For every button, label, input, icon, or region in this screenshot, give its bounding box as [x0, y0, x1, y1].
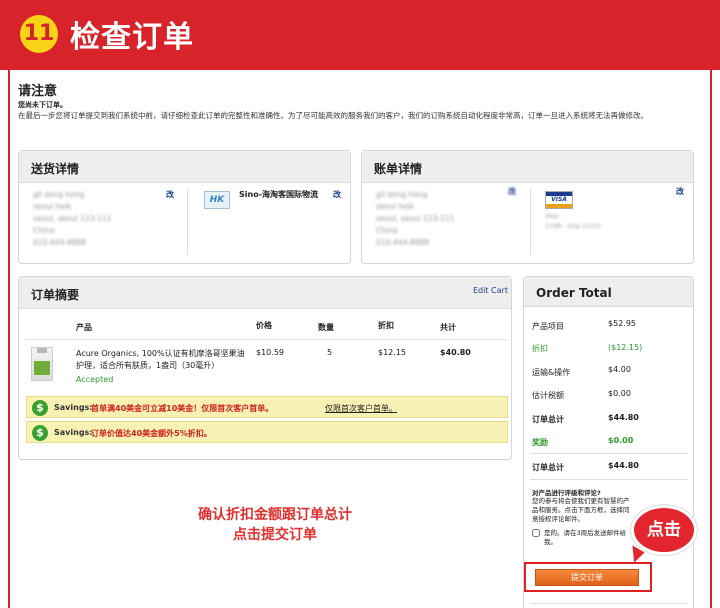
- shipping-panel: 送货详情 gil dong hong seoul heik seoul, seo…: [18, 150, 351, 264]
- col-qty: 数量: [318, 323, 334, 332]
- billing-title: 账单详情: [362, 151, 693, 183]
- carrier-logo: HK: [204, 191, 230, 209]
- submit-highlight: 提交订单: [524, 562, 652, 592]
- visa-card-icon: VISA: [545, 191, 573, 209]
- row-tax-value: $0.00: [608, 389, 631, 398]
- product-status: Accepted: [76, 375, 114, 384]
- review-divider: [530, 479, 688, 480]
- review-checkbox-label: 是的。请在3周后发送邮件给我。: [544, 529, 627, 546]
- review-checkbox[interactable]: [532, 529, 540, 537]
- carrier-edit-link[interactable]: 改: [333, 189, 341, 200]
- table-divider: [25, 339, 507, 340]
- instruction-callout: 确认折扣金额跟订单总计 点击提交订单: [198, 507, 352, 543]
- savings-label: Savings:: [54, 403, 93, 412]
- billing-edit-link[interactable]: 改: [508, 186, 516, 197]
- row-shipping-label: 运输&操作: [532, 368, 571, 377]
- step-banner: 11 检查订单: [0, 0, 720, 70]
- row-reward-label: 奖励: [532, 438, 548, 447]
- shipping-edit-link[interactable]: 改: [166, 189, 174, 200]
- row-grand-total-label: 订单总计: [532, 463, 564, 472]
- product-name[interactable]: Acure Organics, 100%认证有机摩洛哥坚果油护理，适合所有肤质，…: [76, 348, 248, 372]
- click-bubble: 点击: [631, 505, 697, 555]
- row-reward-value: $0.00: [608, 436, 634, 445]
- row-discount-value: ($12.15): [608, 343, 643, 352]
- row-subtotal-label: 产品项目: [532, 322, 564, 331]
- product-image: [31, 347, 53, 381]
- order-summary-title: 订单摘要: [19, 277, 511, 309]
- shipping-title: 送货详情: [19, 151, 350, 183]
- row-grand-total-value: $44.80: [608, 461, 639, 470]
- shipping-address: gil dong hong seoul heik seoul, seoul 12…: [33, 190, 112, 247]
- dollar-icon: $: [32, 425, 48, 441]
- billing-divider: [530, 189, 531, 255]
- row-tax-label: 估计税额: [532, 391, 564, 400]
- savings-banner-1: $ Savings: 首单满40美金可立减10美金！仅限首次客户首单。 仅限首次…: [26, 396, 508, 418]
- product-total: $40.80: [440, 348, 471, 357]
- submit-order-button[interactable]: 提交订单: [535, 569, 639, 586]
- col-discount: 折扣: [378, 321, 394, 330]
- edit-cart-link[interactable]: Edit Cart: [473, 286, 508, 295]
- row-discount-label: 折扣: [532, 344, 548, 353]
- row-order-total-value: $44.80: [608, 413, 639, 422]
- review-text: 您的参与将会使我们更有智慧的产品和服务。点击下面方框，选择同意授权评论邮件。: [532, 497, 630, 523]
- notice-text: 在最后一步您将订单提交到我们系统中前，请仔细检查此订单的完整性和准确性。为了尽可…: [18, 111, 648, 120]
- product-qty: 5: [327, 348, 333, 357]
- review-title: 对产品进行评级和评论?: [532, 489, 601, 497]
- notice-title: 请注意: [18, 84, 58, 99]
- notice-subtitle: 您尚未下订单。: [18, 101, 67, 109]
- savings-text: 首单满40美金可立减10美金！仅限首次客户首单。: [91, 404, 274, 413]
- total-divider: [530, 453, 688, 454]
- footer-divider: [530, 603, 688, 604]
- step-number-badge: 11: [20, 15, 58, 53]
- product-price: $10.59: [256, 348, 284, 357]
- savings-label: Savings:: [54, 428, 93, 437]
- billing-panel: 账单详情 gil dong hong seoul heik seoul, seo…: [361, 150, 694, 264]
- savings-banner-2: $ Savings: 订单价值达40美金额外5%折扣。: [26, 421, 508, 443]
- row-shipping-value: $4.00: [608, 365, 631, 374]
- billing-address: gil dong hong seoul heik seoul, seoul 12…: [376, 190, 455, 247]
- shipping-divider: [187, 189, 188, 255]
- row-order-total-label: 订单总计: [532, 415, 564, 424]
- dollar-icon: $: [32, 400, 48, 416]
- card-edit-link[interactable]: 改: [676, 186, 684, 197]
- card-details: Visa 1199 - Exp 12/15: [545, 212, 601, 230]
- col-total: 共计: [440, 323, 456, 332]
- banner-title: 检查订单: [70, 20, 194, 55]
- order-total-title: Order Total: [524, 277, 693, 307]
- savings-text: 订单价值达40美金额外5%折扣。: [91, 429, 212, 438]
- savings-link[interactable]: 仅限首次客户首单。: [325, 403, 397, 414]
- col-price: 价格: [256, 321, 272, 330]
- order-total-panel: Order Total 产品项目 $52.95 折扣 ($12.15) 运输&操…: [523, 276, 694, 608]
- row-subtotal-value: $52.95: [608, 319, 636, 328]
- product-discount: $12.15: [378, 348, 406, 357]
- carrier-name: Sino-海淘客国际物流: [239, 190, 319, 199]
- col-product: 产品: [76, 323, 92, 332]
